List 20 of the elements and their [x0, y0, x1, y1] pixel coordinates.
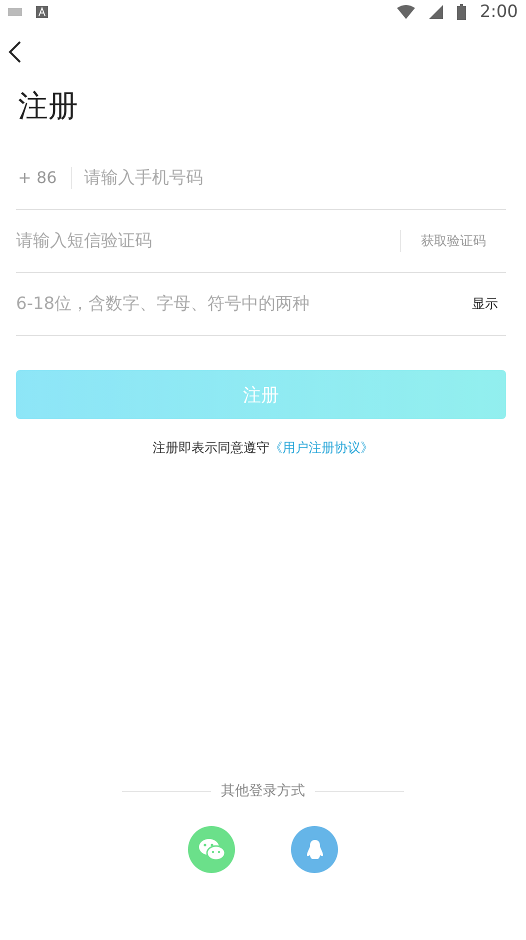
font-icon — [36, 6, 48, 18]
wifi-icon — [396, 5, 415, 19]
show-password-button[interactable]: 显示 — [464, 295, 506, 313]
chat-bubbles-login-button[interactable] — [188, 826, 235, 873]
keyboard-icon — [8, 8, 22, 16]
status-time: 2:00 — [480, 2, 518, 22]
penguin-login-button[interactable] — [291, 826, 338, 873]
penguin-icon — [306, 838, 324, 860]
password-input[interactable]: 6-18位，含数字、字母、符号中的两种 — [16, 294, 464, 314]
sms-code-input[interactable]: 请输入短信验证码 — [16, 231, 400, 251]
signal-icon — [428, 5, 443, 19]
page-title: 注册 — [18, 88, 78, 126]
chat-bubbles-icon — [198, 838, 226, 862]
country-code[interactable]: + 86 — [16, 167, 72, 189]
other-login-label: 其他登录方式 — [221, 782, 305, 800]
phone-input[interactable]: 请输入手机号码 — [72, 168, 506, 188]
battery-icon — [456, 4, 466, 20]
agreement-link[interactable]: 《用户注册协议》 — [270, 441, 374, 456]
agreement-text: 注册即表示同意遵守《用户注册协议》 — [152, 440, 374, 457]
get-code-button[interactable]: 获取验证码 — [400, 230, 506, 252]
